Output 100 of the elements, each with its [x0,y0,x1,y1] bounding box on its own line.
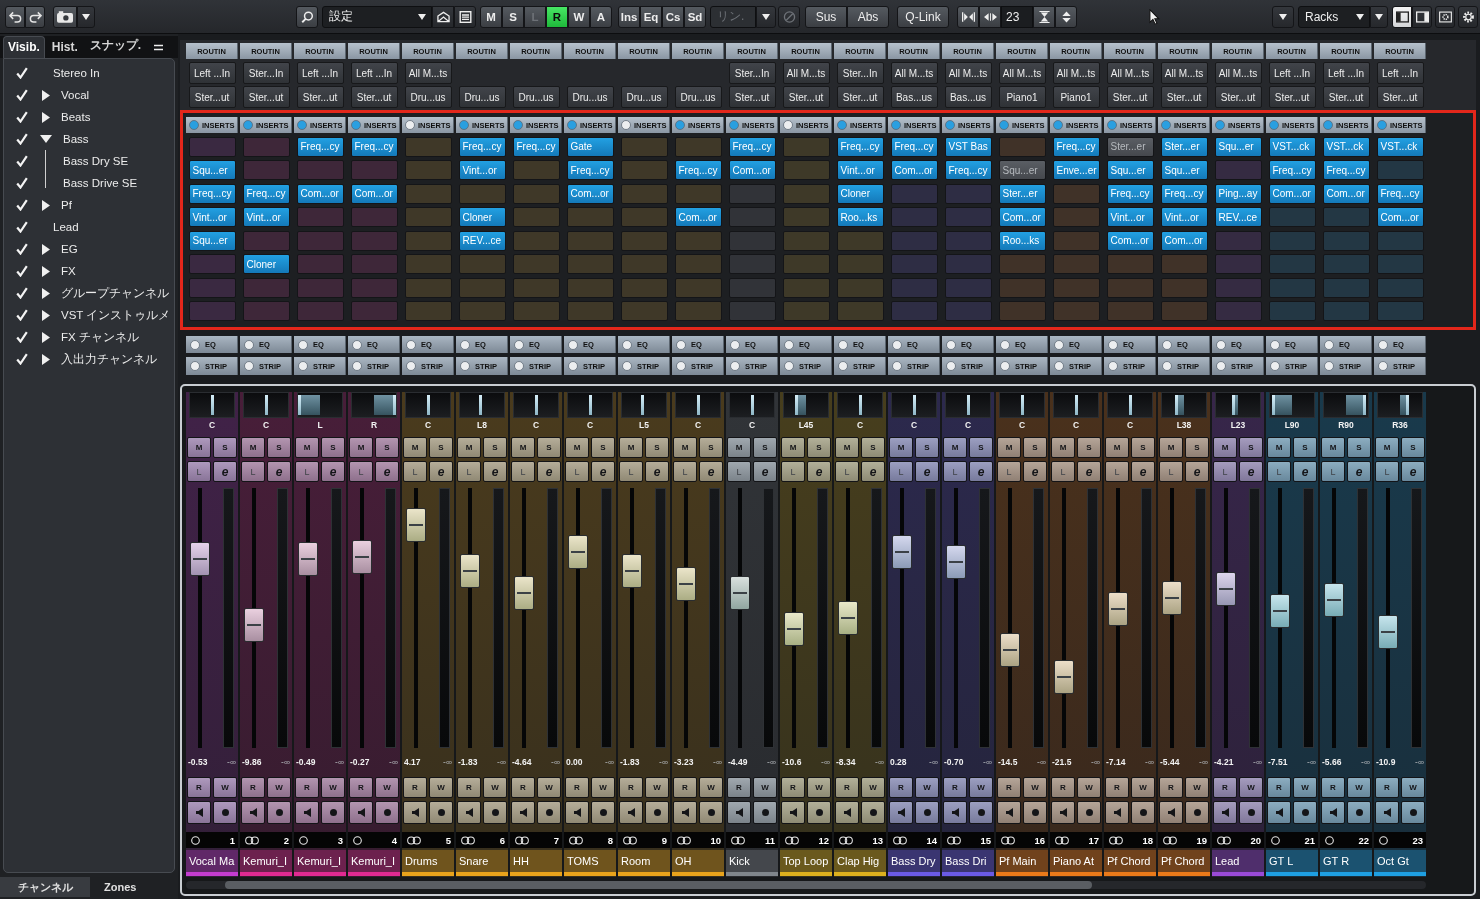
edit-button[interactable]: e [645,461,669,482]
insert-slot[interactable]: Squ...er [1106,160,1154,180]
status-dot-icon[interactable] [244,361,254,371]
pan-track[interactable] [351,392,397,418]
mute-button[interactable]: M [1105,437,1129,458]
record-button[interactable] [1401,801,1425,824]
mute-button[interactable]: M [565,437,589,458]
input-routing-selector[interactable]: All M...ts [890,62,938,84]
pan-track[interactable] [1053,392,1099,418]
mute-button[interactable]: M [1267,437,1291,458]
output-routing-selector[interactable]: Bas...us [890,86,938,108]
monitor-button[interactable] [943,801,967,824]
input-routing-selector[interactable]: All M...ts [404,62,452,84]
insert-slot[interactable]: Enve...er [1052,160,1100,180]
checkmark-icon[interactable] [16,331,28,343]
channel-name[interactable]: Pf Chord [1158,850,1210,872]
status-dot-icon[interactable] [1377,120,1387,130]
mute-button[interactable]: M [943,437,967,458]
mute-button[interactable]: M [727,437,751,458]
triangle-right-icon[interactable] [42,265,50,277]
tree-item-label[interactable]: Pf [61,199,72,211]
status-dot-icon[interactable] [406,339,416,350]
channel-name[interactable]: Vocal Ma [186,850,238,872]
monitor-button[interactable] [1105,801,1129,824]
insert-slot[interactable]: Freq...cy [296,136,344,157]
insert-slot[interactable]: Cloner [242,254,290,274]
output-routing-selector[interactable]: Dru...us [566,86,614,108]
triangle-right-icon[interactable] [42,89,50,101]
fader-handle[interactable] [676,567,696,602]
mute-button[interactable]: M [187,437,211,458]
input-routing-selector[interactable]: All M...ts [1214,62,1262,84]
pan-track[interactable] [621,392,667,418]
pan-track[interactable] [1377,392,1423,418]
monitor-button[interactable] [457,801,481,824]
output-routing-selector[interactable]: Ster...ut [188,86,236,108]
fit-height-button[interactable] [1033,5,1055,28]
mute-button[interactable]: M [511,437,535,458]
channel-name[interactable]: Clap Hig [834,850,886,872]
insert-slot[interactable]: Com...or [296,183,344,204]
tree-item-label[interactable]: Bass [63,133,89,145]
insert-slot[interactable]: Vint...or [836,160,884,180]
rack-toggle-button[interactable]: Ins [618,5,640,28]
settings-button[interactable] [1458,5,1478,28]
input-routing-selector[interactable]: Left ...In [1376,62,1424,84]
solo-button[interactable]: S [645,437,669,458]
status-dot-icon[interactable] [622,339,632,350]
mute-button[interactable]: M [457,437,481,458]
record-button[interactable] [267,801,291,824]
channel-name[interactable]: Kemuri_I [294,850,346,872]
edit-button[interactable]: e [699,461,723,482]
monitor-button[interactable] [1267,801,1291,824]
edit-button[interactable]: e [267,461,291,482]
mute-button[interactable]: M [349,437,373,458]
read-button[interactable]: R [673,777,697,798]
read-button[interactable]: R [727,777,751,798]
insert-slot[interactable]: VST...ck [1322,136,1370,157]
solo-button[interactable]: S [375,437,399,458]
triangle-right-icon[interactable] [42,243,50,255]
monitor-button[interactable] [619,801,643,824]
solo-button[interactable]: S [537,437,561,458]
channel-name[interactable]: Kemuri_I [348,850,400,872]
edit-button[interactable]: e [375,461,399,482]
pan-position-marker[interactable] [1231,395,1235,415]
edit-button[interactable]: e [1347,461,1371,482]
read-button[interactable]: R [349,777,373,798]
insert-slot[interactable]: Freq...cy [242,183,290,204]
edit-button[interactable]: e [1239,461,1263,482]
redo-button[interactable] [25,5,45,28]
read-button[interactable]: R [565,777,589,798]
insert-slot[interactable]: Cloner [836,183,884,204]
insert-slot[interactable]: Freq...cy [944,160,992,180]
channel-name[interactable]: Kemuri_I [240,850,292,872]
write-button[interactable]: W [1239,777,1263,798]
record-button[interactable] [537,801,561,824]
status-dot-icon[interactable] [1107,120,1117,130]
checkmark-icon[interactable] [16,199,28,211]
status-dot-icon[interactable] [1108,361,1118,371]
solo-button[interactable]: S [699,437,723,458]
edit-button[interactable]: e [1131,461,1155,482]
insert-slot[interactable]: Freq...cy [890,136,938,157]
write-button[interactable]: W [645,777,669,798]
channel-name[interactable]: Bass Dry [888,850,940,872]
pan-track[interactable] [675,392,721,418]
channel-name[interactable]: Pf Chord [1104,850,1156,872]
read-button[interactable]: R [511,777,535,798]
fader-handle[interactable] [1000,632,1020,667]
checkmark-icon[interactable] [16,309,28,321]
write-button[interactable]: W [429,777,453,798]
read-button[interactable]: R [781,777,805,798]
status-dot-icon[interactable] [729,120,739,130]
record-button[interactable] [969,801,993,824]
channel-name[interactable]: Oct Gt [1374,850,1426,872]
write-button[interactable]: W [321,777,345,798]
solo-button[interactable]: S [1185,437,1209,458]
status-dot-icon[interactable] [460,339,470,350]
q-link-mode-button[interactable]: Abs [847,5,889,28]
pan-position-marker[interactable] [1362,395,1366,415]
fader-handle[interactable] [784,612,804,647]
output-routing-selector[interactable]: Piano1 [1052,86,1100,108]
edit-button[interactable]: e [1293,461,1317,482]
